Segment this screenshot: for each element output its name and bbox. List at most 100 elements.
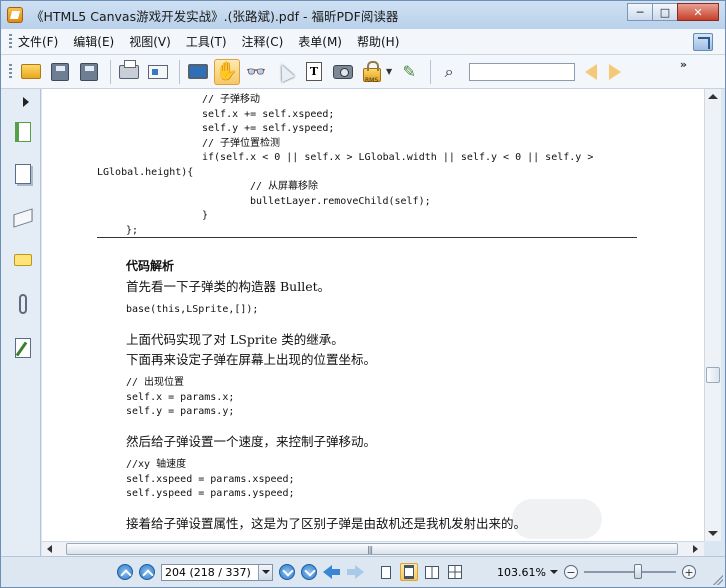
horizontal-scroll-thumb[interactable]: ||| xyxy=(66,543,678,555)
page-number-value: 204 (218 / 337) xyxy=(165,565,251,579)
menu-file[interactable]: 文件(F) xyxy=(18,33,58,50)
zoom-level[interactable]: 103.61% xyxy=(497,566,546,579)
select-text-button[interactable]: T xyxy=(301,59,327,85)
rms-dropdown-arrow-icon[interactable]: ▼ xyxy=(386,67,392,76)
find-next-icon[interactable] xyxy=(605,63,625,81)
scroll-down-arrow-icon[interactable] xyxy=(708,531,718,536)
comments-tab[interactable] xyxy=(12,249,34,271)
menu-view[interactable]: 视图(V) xyxy=(129,33,171,50)
toolbar-separator xyxy=(110,59,111,84)
fullscreen-button[interactable] xyxy=(185,59,211,85)
typewriter-button[interactable]: ✎ xyxy=(396,59,422,85)
snapshot-button[interactable] xyxy=(330,59,356,85)
vertical-scroll-thumb[interactable] xyxy=(706,367,720,383)
menu-tools[interactable]: 工具(T) xyxy=(186,33,227,50)
attachments-tab[interactable] xyxy=(12,293,34,315)
code-line: // 从屏幕移除 xyxy=(250,181,319,192)
bookmark-icon xyxy=(15,122,31,142)
first-page-icon[interactable] xyxy=(117,564,133,580)
layers-tab[interactable] xyxy=(12,207,34,229)
find-previous-icon[interactable] xyxy=(581,63,601,81)
text-select-icon: T xyxy=(306,62,322,81)
zoom-dropdown-icon[interactable] xyxy=(549,570,558,574)
code-line: bulletLayer.removeChild(self); xyxy=(250,195,431,207)
scroll-up-arrow-icon[interactable] xyxy=(708,94,718,99)
single-page-layout-button[interactable] xyxy=(377,563,395,581)
monitor-icon xyxy=(188,64,208,79)
minimize-button[interactable]: ─ xyxy=(627,3,653,21)
maximize-button[interactable]: □ xyxy=(652,3,678,21)
restore-layout-icon[interactable] xyxy=(693,33,713,51)
next-page-icon[interactable] xyxy=(279,564,295,580)
menu-help[interactable]: 帮助(H) xyxy=(357,33,399,50)
print-button[interactable] xyxy=(116,59,142,85)
continuous-facing-icon xyxy=(448,565,462,579)
page-number-select[interactable]: 204 (218 / 337) xyxy=(161,563,273,581)
facing-pages-icon xyxy=(425,565,439,579)
toolbar-grip-handle[interactable] xyxy=(9,63,12,80)
menu-forms[interactable]: 表单(M) xyxy=(298,33,342,50)
zoom-slider-thumb[interactable] xyxy=(634,564,643,579)
save-button[interactable] xyxy=(47,59,73,85)
signatures-tab[interactable] xyxy=(12,337,34,359)
toolbar-overflow-chevron[interactable]: » xyxy=(680,58,687,71)
previous-page-icon[interactable] xyxy=(139,564,155,580)
window-resize-grip[interactable] xyxy=(713,575,723,585)
rms-security-button[interactable]: RMS xyxy=(359,59,385,85)
zoom-slider[interactable] xyxy=(583,564,676,579)
navigation-panel xyxy=(1,89,41,559)
select-tool-button[interactable] xyxy=(272,59,298,85)
properties-button[interactable] xyxy=(145,59,171,85)
continuous-layout-button[interactable] xyxy=(400,563,418,581)
hand-icon: ✋ xyxy=(215,60,239,82)
paragraph: 然后给子弹设置一个速度，来控制子弹移动。 xyxy=(126,434,377,449)
toolbar-separator xyxy=(430,59,432,84)
hand-tool-button[interactable]: ✋ xyxy=(214,58,240,85)
scroll-left-arrow-icon[interactable] xyxy=(47,545,52,553)
code-line: self.yspeed = params.yspeed; xyxy=(126,488,295,499)
loupe-tool-button[interactable]: 👓 xyxy=(243,59,269,85)
back-view-icon[interactable] xyxy=(323,565,341,579)
zoom-out-icon[interactable]: − xyxy=(563,565,578,579)
code-line: LGlobal.height){ xyxy=(97,166,194,178)
status-bar: 204 (218 / 337) 103.61% − + xyxy=(1,556,725,587)
code-line: self.y = params.y; xyxy=(126,406,235,417)
open-button[interactable] xyxy=(18,59,44,85)
window-title: 《HTML5 Canvas游戏开发实战》.(张路斌).pdf - 福昕PDF阅读… xyxy=(31,8,399,24)
code-line: self.x += self.xspeed; xyxy=(202,108,335,120)
section-heading: 代码解析 xyxy=(126,259,175,273)
forward-view-icon[interactable] xyxy=(346,565,364,579)
menu-edit[interactable]: 编辑(E) xyxy=(73,33,114,50)
binoculars-icon: ⌕ xyxy=(444,61,454,81)
menu-comments[interactable]: 注释(C) xyxy=(242,33,284,50)
pages-tab[interactable] xyxy=(12,163,34,185)
page-dropdown-icon[interactable] xyxy=(258,564,272,580)
facing-layout-button[interactable] xyxy=(423,563,441,581)
code-line: self.xspeed = params.xspeed; xyxy=(126,473,295,485)
close-button[interactable]: ✕ xyxy=(677,3,719,21)
expand-panel-arrow-icon[interactable] xyxy=(23,97,29,107)
zoom-in-icon[interactable]: + xyxy=(681,565,696,579)
menu-grip-handle[interactable] xyxy=(9,33,12,50)
paperclip-icon xyxy=(19,294,27,314)
signature-icon xyxy=(15,338,31,358)
scroll-right-arrow-icon[interactable] xyxy=(693,545,698,553)
title-bar: 《HTML5 Canvas游戏开发实战》.(张路斌).pdf - 福昕PDF阅读… xyxy=(1,1,725,29)
horizontal-scrollbar[interactable]: ||| xyxy=(42,541,704,556)
code-line: //xy 轴速度 xyxy=(126,459,187,470)
code-line: base(this,LSprite,[]); xyxy=(126,304,259,315)
save-as-button[interactable] xyxy=(76,59,102,85)
code-line: // 出现位置 xyxy=(126,377,185,388)
find-button[interactable]: ⌕ xyxy=(436,59,462,85)
foxit-app-icon[interactable] xyxy=(7,7,23,23)
last-page-icon[interactable] xyxy=(301,564,317,580)
glasses-icon: 👓 xyxy=(246,61,266,81)
pen-icon: ✎ xyxy=(402,61,416,81)
search-input[interactable] xyxy=(469,62,576,81)
document-viewport[interactable]: // 子弹移动 self.x += self.xspeed; self.y +=… xyxy=(42,89,704,541)
bookmarks-tab[interactable] xyxy=(12,121,34,143)
main-toolbar: ✋ 👓 T RMS ▼ ✎ ⌕ » xyxy=(1,55,725,89)
save-as-icon xyxy=(80,62,98,81)
continuous-facing-layout-button[interactable] xyxy=(446,563,464,581)
vertical-scrollbar[interactable] xyxy=(704,89,721,541)
